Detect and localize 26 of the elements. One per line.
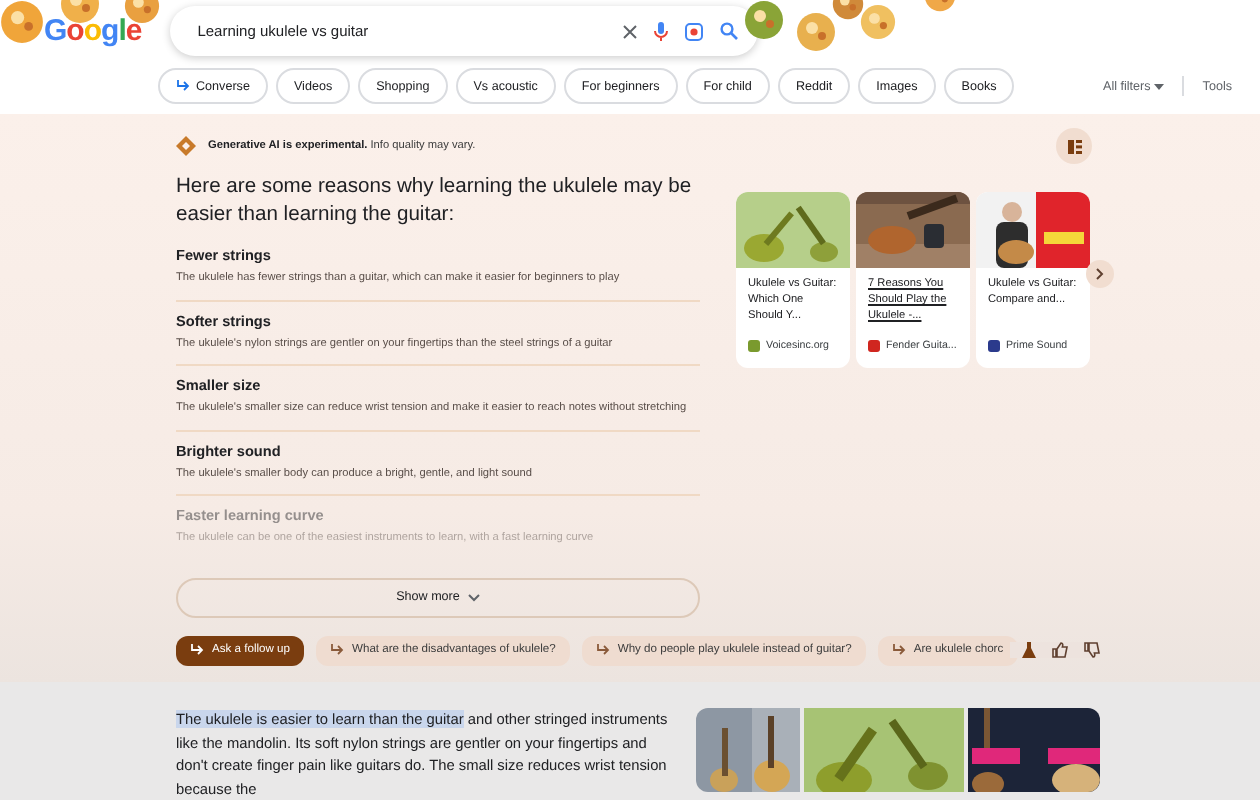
reply-arrow-icon	[190, 644, 204, 657]
thumbs-up-icon[interactable]	[1052, 642, 1068, 659]
next-button[interactable]	[1086, 260, 1114, 289]
site-favicon-icon	[988, 340, 1000, 353]
chevron-right-icon	[1096, 268, 1104, 281]
layout-button[interactable]	[1056, 128, 1092, 165]
layout-icon	[1067, 139, 1081, 154]
microphone-icon[interactable]	[653, 21, 668, 41]
chevron-down-icon	[467, 593, 480, 602]
reply-arrow-icon	[595, 644, 610, 657]
logo[interactable]: Google	[44, 13, 142, 49]
reply-arrow-icon	[330, 644, 344, 657]
site-favicon-icon	[868, 340, 880, 353]
reply-arrow-icon	[176, 80, 190, 92]
caret-icon	[1154, 83, 1165, 89]
dumpling-icon	[744, 0, 784, 40]
overview-heading: Here are some reasons why learning the ukulele may be easier than learning the guitar:	[176, 174, 694, 229]
lab-flask-icon[interactable]	[1022, 642, 1036, 659]
sparkle-icon	[176, 136, 196, 157]
close-icon[interactable]	[621, 23, 638, 39]
reply-arrow-icon	[891, 644, 906, 657]
camera-icon[interactable]	[683, 21, 704, 41]
search-icon[interactable]	[719, 22, 738, 40]
site-favicon-icon	[748, 340, 760, 353]
dumpling-icon	[0, 0, 44, 44]
thumbs-down-icon[interactable]	[1084, 642, 1100, 659]
